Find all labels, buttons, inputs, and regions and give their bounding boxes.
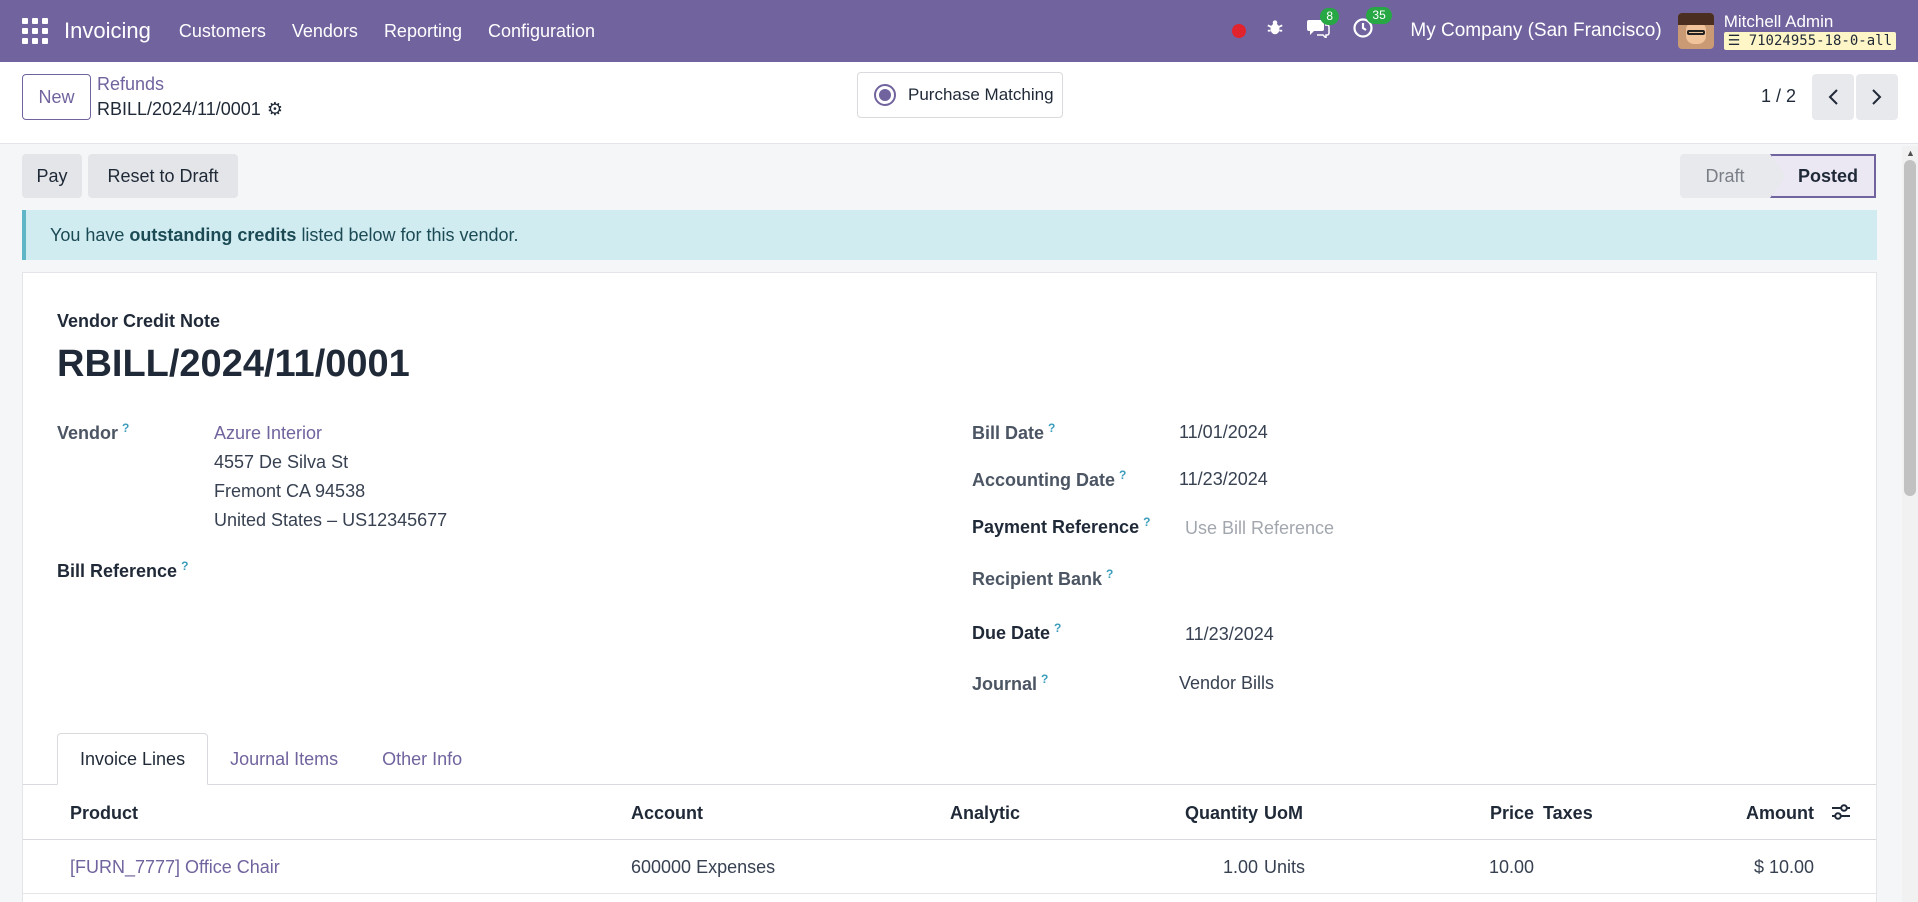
document-name: RBILL/2024/11/0001 xyxy=(57,343,410,385)
control-panel: New Refunds RBILL/2024/11/0001 ⚙ Purchas… xyxy=(0,62,1918,144)
pay-button[interactable]: Pay xyxy=(22,154,82,198)
activities-count-badge: 35 xyxy=(1366,7,1392,24)
user-menu[interactable]: Mitchell Admin ☰ 71024955-18-0-all xyxy=(1723,11,1896,50)
menu-vendors[interactable]: Vendors xyxy=(292,21,358,42)
journal-help-icon[interactable]: ? xyxy=(1041,672,1048,686)
chevron-left-icon xyxy=(1828,89,1838,105)
scroll-up-arrow-icon[interactable]: ▲ xyxy=(1906,148,1915,158)
breadcrumb-current: RBILL/2024/11/0001 ⚙ xyxy=(97,99,283,120)
accounting-date-label: Accounting Date? xyxy=(972,468,1127,490)
outstanding-credits-link[interactable]: outstanding credits xyxy=(129,225,296,246)
optional-columns-icon[interactable] xyxy=(1831,803,1851,826)
status-posted[interactable]: Posted xyxy=(1770,154,1876,198)
due-date-field[interactable]: 11/23/2024 xyxy=(1185,624,1274,645)
alert-prefix: You have xyxy=(50,224,125,245)
company-switcher[interactable]: My Company (San Francisco) xyxy=(1410,20,1661,42)
gear-icon[interactable]: ⚙ xyxy=(267,99,283,120)
vendor-address-city: Fremont CA 94538 xyxy=(214,481,366,501)
payment-reference-input[interactable]: Use Bill Reference xyxy=(1185,518,1334,539)
payment-reference-label: Payment Reference? xyxy=(972,515,1151,537)
scrollbar-thumb[interactable] xyxy=(1904,160,1916,496)
messages-icon[interactable]: 8 xyxy=(1306,8,1340,44)
row-account[interactable]: 600000 Expenses xyxy=(631,857,775,878)
journal-label: Journal? xyxy=(972,672,1049,694)
messages-count-badge: 8 xyxy=(1320,8,1340,25)
purchase-matching-label: Purchase Matching xyxy=(908,85,1054,104)
pager-previous-button[interactable] xyxy=(1812,74,1854,120)
tab-invoice-lines[interactable]: Invoice Lines xyxy=(57,733,209,785)
column-account[interactable]: Account xyxy=(631,803,703,824)
target-icon xyxy=(874,84,896,106)
row-product[interactable]: [FURN_7777] Office Chair xyxy=(70,857,280,878)
accounting-date-field[interactable]: 11/23/2024 xyxy=(1179,469,1268,490)
menu-configuration[interactable]: Configuration xyxy=(488,21,595,42)
table-row-divider xyxy=(23,893,1876,894)
pager-next-button[interactable] xyxy=(1856,74,1898,120)
database-tag: ☰ 71024955-18-0-all xyxy=(1723,31,1896,50)
apps-menu-icon[interactable] xyxy=(22,18,48,44)
vendor-address-country: United States – US12345677 xyxy=(214,510,448,530)
app-name[interactable]: Invoicing xyxy=(64,18,151,44)
debug-bug-icon[interactable] xyxy=(1266,19,1284,43)
status-draft[interactable]: Draft xyxy=(1680,154,1770,198)
user-name: Mitchell Admin xyxy=(1723,11,1834,31)
activities-clock-icon[interactable]: 35 xyxy=(1352,7,1392,45)
chevron-right-icon xyxy=(1872,89,1882,105)
alert-suffix: listed below for this vendor. xyxy=(301,224,519,245)
document-type: Vendor Credit Note xyxy=(57,311,221,331)
payment-reference-help-icon[interactable]: ? xyxy=(1143,515,1150,529)
record-indicator-icon[interactable] xyxy=(1232,24,1247,38)
menu-customers[interactable]: Customers xyxy=(179,21,266,42)
status-bar: Draft Posted xyxy=(1680,154,1876,198)
database-name: 71024955-18-0-all xyxy=(1748,32,1892,49)
vendor-name[interactable]: Azure Interior xyxy=(214,423,322,444)
database-icon: ☰ xyxy=(1727,32,1741,49)
pager-value[interactable]: 1 / 2 xyxy=(1761,86,1796,107)
table-header-divider xyxy=(23,839,1876,840)
user-avatar[interactable] xyxy=(1677,13,1714,49)
recipient-bank-help-icon[interactable]: ? xyxy=(1106,567,1113,581)
row-quantity[interactable]: 1.00 xyxy=(1223,857,1258,878)
top-navbar: Invoicing Customers Vendors Reporting Co… xyxy=(0,0,1918,62)
row-uom[interactable]: Units xyxy=(1264,857,1305,878)
menu-reporting[interactable]: Reporting xyxy=(384,21,462,42)
column-product[interactable]: Product xyxy=(70,803,138,824)
outstanding-credits-alert: You have outstanding credits listed belo… xyxy=(22,210,1877,260)
tab-journal-items[interactable]: Journal Items xyxy=(208,733,360,785)
vendor-label: Vendor? xyxy=(57,421,130,443)
tab-other-info[interactable]: Other Info xyxy=(360,733,484,785)
due-date-help-icon[interactable]: ? xyxy=(1054,621,1061,635)
column-uom[interactable]: UoM xyxy=(1264,803,1303,824)
vendor-help-icon[interactable]: ? xyxy=(122,421,129,435)
recipient-bank-label: Recipient Bank? xyxy=(972,567,1114,589)
form-sheet: Vendor Credit Note RBILL/2024/11/0001 Ve… xyxy=(22,272,1877,902)
recipient-bank-input[interactable] xyxy=(1185,567,1485,591)
page-scrollbar[interactable]: ▲ xyxy=(1902,146,1918,902)
bill-date-field[interactable]: 11/01/2024 xyxy=(1179,422,1268,443)
due-date-label: Due Date? xyxy=(972,621,1062,643)
column-amount[interactable]: Amount xyxy=(1746,803,1814,824)
notebook-tabs: Invoice Lines Journal Items Other Info xyxy=(57,733,484,785)
bill-date-label: Bill Date? xyxy=(972,421,1056,443)
reset-to-draft-button[interactable]: Reset to Draft xyxy=(88,154,238,198)
new-button[interactable]: New xyxy=(22,74,91,120)
journal-field[interactable]: Vendor Bills xyxy=(1179,673,1274,694)
column-price[interactable]: Price xyxy=(1490,803,1534,824)
column-analytic[interactable]: Analytic xyxy=(950,803,1020,824)
bill-reference-help-icon[interactable]: ? xyxy=(181,559,188,573)
bill-reference-label: Bill Reference? xyxy=(57,559,189,581)
breadcrumb-current-label: RBILL/2024/11/0001 xyxy=(97,99,261,119)
column-taxes[interactable]: Taxes xyxy=(1543,803,1593,824)
column-quantity[interactable]: Quantity xyxy=(1185,803,1258,824)
bill-date-help-icon[interactable]: ? xyxy=(1048,421,1055,435)
row-price[interactable]: 10.00 xyxy=(1489,857,1534,878)
row-amount[interactable]: $ 10.00 xyxy=(1754,857,1814,878)
accounting-date-help-icon[interactable]: ? xyxy=(1119,468,1126,482)
breadcrumb-parent[interactable]: Refunds xyxy=(97,74,164,95)
purchase-matching-button[interactable]: Purchase Matching xyxy=(857,72,1063,118)
vendor-address-street: 4557 De Silva St xyxy=(214,452,349,472)
